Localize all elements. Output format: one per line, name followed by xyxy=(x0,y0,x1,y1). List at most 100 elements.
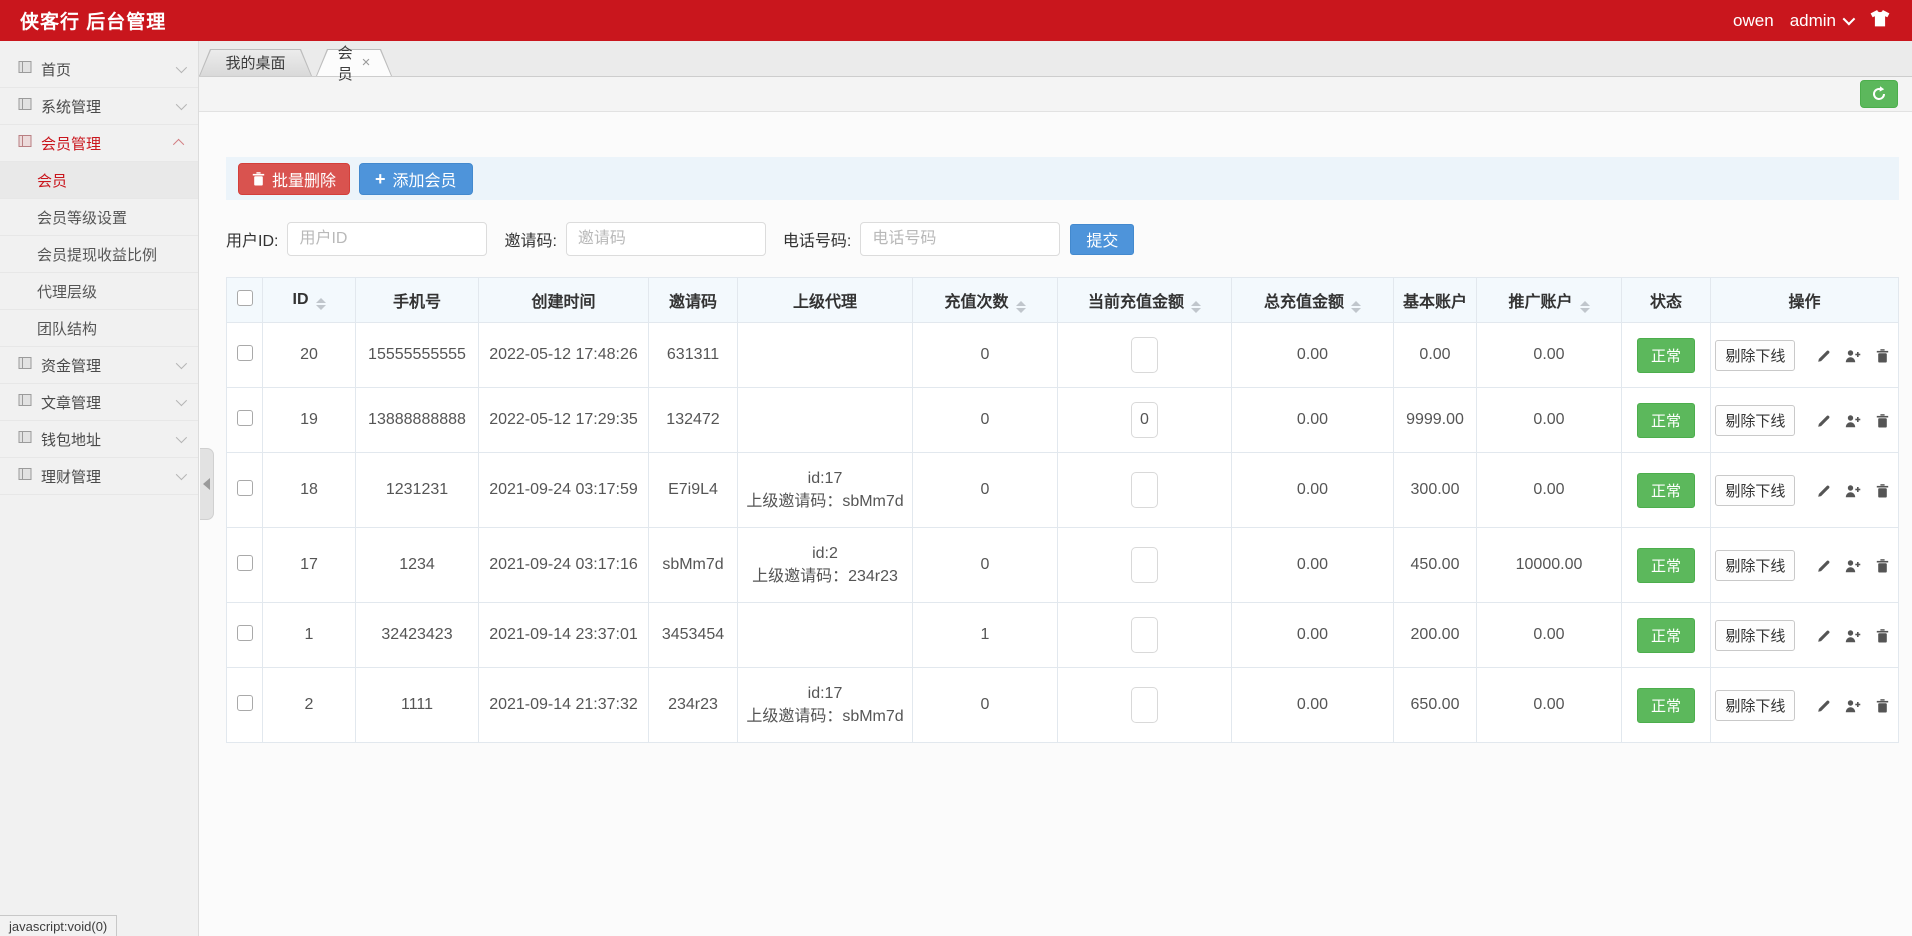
cell-parent-agent: id:17 上级邀请码：sbMm7d xyxy=(738,668,913,743)
user-id-input[interactable] xyxy=(287,222,487,256)
cell-current-recharge xyxy=(1058,388,1232,453)
column-header[interactable]: 总充值金额 xyxy=(1232,278,1394,323)
tab-my-desktop[interactable]: 我的桌面 xyxy=(199,49,312,76)
add-user-icon[interactable] xyxy=(1845,699,1861,718)
submit-button[interactable]: 提交 xyxy=(1070,224,1134,255)
row-checkbox[interactable] xyxy=(237,480,253,496)
phone-input[interactable] xyxy=(860,222,1060,256)
add-user-icon[interactable] xyxy=(1845,414,1861,433)
admin-dropdown[interactable]: admin xyxy=(1790,11,1852,31)
menu-doc-icon xyxy=(18,97,32,115)
edit-pencil-icon[interactable] xyxy=(1817,559,1831,578)
username-label[interactable]: owen xyxy=(1733,11,1774,31)
sidebar-item-system-management[interactable]: 系统管理 xyxy=(0,88,198,125)
status-normal-button[interactable]: 正常 xyxy=(1637,688,1695,723)
sort-icon[interactable] xyxy=(1580,301,1590,313)
sidebar-item-funds-management[interactable]: 资金管理 xyxy=(0,347,198,384)
cell-created-time: 2022-05-12 17:29:35 xyxy=(479,388,649,453)
row-checkbox[interactable] xyxy=(237,555,253,571)
delete-trash-icon[interactable] xyxy=(1876,414,1889,433)
add-member-button[interactable]: + 添加会员 xyxy=(359,163,473,195)
status-normal-button[interactable]: 正常 xyxy=(1637,618,1695,653)
sidebar-collapse-handle[interactable] xyxy=(200,448,214,520)
sort-icon[interactable] xyxy=(1351,301,1361,313)
delete-trash-icon[interactable] xyxy=(1876,484,1889,503)
sidebar-subitem-member-level-settings[interactable]: 会员等级设置 xyxy=(0,199,198,236)
sidebar-subitem-label: 团队结构 xyxy=(37,318,97,339)
column-label: 操作 xyxy=(1788,294,1820,311)
sidebar-item-article-management[interactable]: 文章管理 xyxy=(0,384,198,421)
sidebar-subitem-member[interactable]: 会员 xyxy=(0,162,198,199)
cell-promo-account: 0.00 xyxy=(1477,453,1622,528)
column-header[interactable]: 充值次数 xyxy=(913,278,1058,323)
tab-close-icon[interactable]: × xyxy=(362,55,371,70)
current-recharge-input[interactable] xyxy=(1131,402,1158,438)
theme-tshirt-icon[interactable] xyxy=(1870,10,1890,32)
remove-downline-button[interactable]: 剔除下线 xyxy=(1715,690,1795,721)
refresh-button[interactable] xyxy=(1860,80,1898,108)
remove-downline-button[interactable]: 剔除下线 xyxy=(1715,550,1795,581)
add-user-icon[interactable] xyxy=(1845,629,1861,648)
remove-downline-button[interactable]: 剔除下线 xyxy=(1715,475,1795,506)
current-recharge-input[interactable] xyxy=(1131,687,1158,723)
column-header[interactable]: ID xyxy=(263,278,356,323)
current-recharge-input[interactable] xyxy=(1131,472,1158,508)
sidebar-item-wallet-address[interactable]: 钱包地址 xyxy=(0,421,198,458)
row-checkbox[interactable] xyxy=(237,625,253,641)
row-checkbox[interactable] xyxy=(237,695,253,711)
column-header: 操作 xyxy=(1711,278,1899,323)
add-user-icon[interactable] xyxy=(1845,484,1861,503)
remove-downline-button[interactable]: 剔除下线 xyxy=(1715,405,1795,436)
sidebar-subitem-withdraw-ratio[interactable]: 会员提现收益比例 xyxy=(0,236,198,273)
edit-pencil-icon[interactable] xyxy=(1817,349,1831,368)
row-checkbox[interactable] xyxy=(237,410,253,426)
cell-current-recharge xyxy=(1058,603,1232,668)
status-normal-button[interactable]: 正常 xyxy=(1637,338,1695,373)
cell-recharge-count: 1 xyxy=(913,603,1058,668)
current-recharge-input[interactable] xyxy=(1131,617,1158,653)
sidebar-item-member-management[interactable]: 会员管理 xyxy=(0,125,198,162)
current-recharge-input[interactable] xyxy=(1131,337,1158,373)
delete-trash-icon[interactable] xyxy=(1876,349,1889,368)
cell-status: 正常 xyxy=(1622,323,1711,388)
menu-doc-icon xyxy=(18,60,32,78)
status-normal-button[interactable]: 正常 xyxy=(1637,403,1695,438)
cell-recharge-count: 0 xyxy=(913,453,1058,528)
column-header[interactable]: 推广账户 xyxy=(1477,278,1622,323)
delete-trash-icon[interactable] xyxy=(1876,629,1889,648)
select-all-checkbox[interactable] xyxy=(237,290,253,306)
delete-trash-icon[interactable] xyxy=(1876,699,1889,718)
sort-icon[interactable] xyxy=(1191,301,1201,313)
current-recharge-input[interactable] xyxy=(1131,547,1158,583)
add-user-icon[interactable] xyxy=(1845,559,1861,578)
status-normal-button[interactable]: 正常 xyxy=(1637,548,1695,583)
sort-icon[interactable] xyxy=(1016,301,1026,313)
status-normal-button[interactable]: 正常 xyxy=(1637,473,1695,508)
edit-pencil-icon[interactable] xyxy=(1817,414,1831,433)
column-label: 总充值金额 xyxy=(1264,294,1344,311)
sidebar-subitem-team-structure[interactable]: 团队结构 xyxy=(0,310,198,347)
cell-recharge-count: 0 xyxy=(913,388,1058,453)
delete-trash-icon[interactable] xyxy=(1876,559,1889,578)
column-label: 当前充值金额 xyxy=(1088,294,1184,311)
sort-icon[interactable] xyxy=(316,298,326,310)
cell-recharge-count: 0 xyxy=(913,668,1058,743)
invite-code-input[interactable] xyxy=(566,222,766,256)
remove-downline-button[interactable]: 剔除下线 xyxy=(1715,340,1795,371)
cell-invite-code: E7i9L4 xyxy=(649,453,738,528)
sidebar-subitem-agent-level[interactable]: 代理层级 xyxy=(0,273,198,310)
column-label: 推广账户 xyxy=(1508,294,1572,311)
batch-delete-button[interactable]: 批量删除 xyxy=(238,163,350,195)
remove-downline-button[interactable]: 剔除下线 xyxy=(1715,620,1795,651)
edit-pencil-icon[interactable] xyxy=(1817,484,1831,503)
tab-member[interactable]: 会员 × xyxy=(316,49,392,76)
workspace: 批量删除 + 添加会员 用户ID: 邀请码: 电话号码: 提交 xyxy=(199,112,1912,936)
column-header[interactable]: 当前充值金额 xyxy=(1058,278,1232,323)
row-checkbox[interactable] xyxy=(237,345,253,361)
edit-pencil-icon[interactable] xyxy=(1817,629,1831,648)
cell-invite-code: 631311 xyxy=(649,323,738,388)
sidebar-item-home[interactable]: 首页 xyxy=(0,51,198,88)
add-user-icon[interactable] xyxy=(1845,349,1861,368)
edit-pencil-icon[interactable] xyxy=(1817,699,1831,718)
sidebar-item-wealth-management[interactable]: 理财管理 xyxy=(0,458,198,495)
